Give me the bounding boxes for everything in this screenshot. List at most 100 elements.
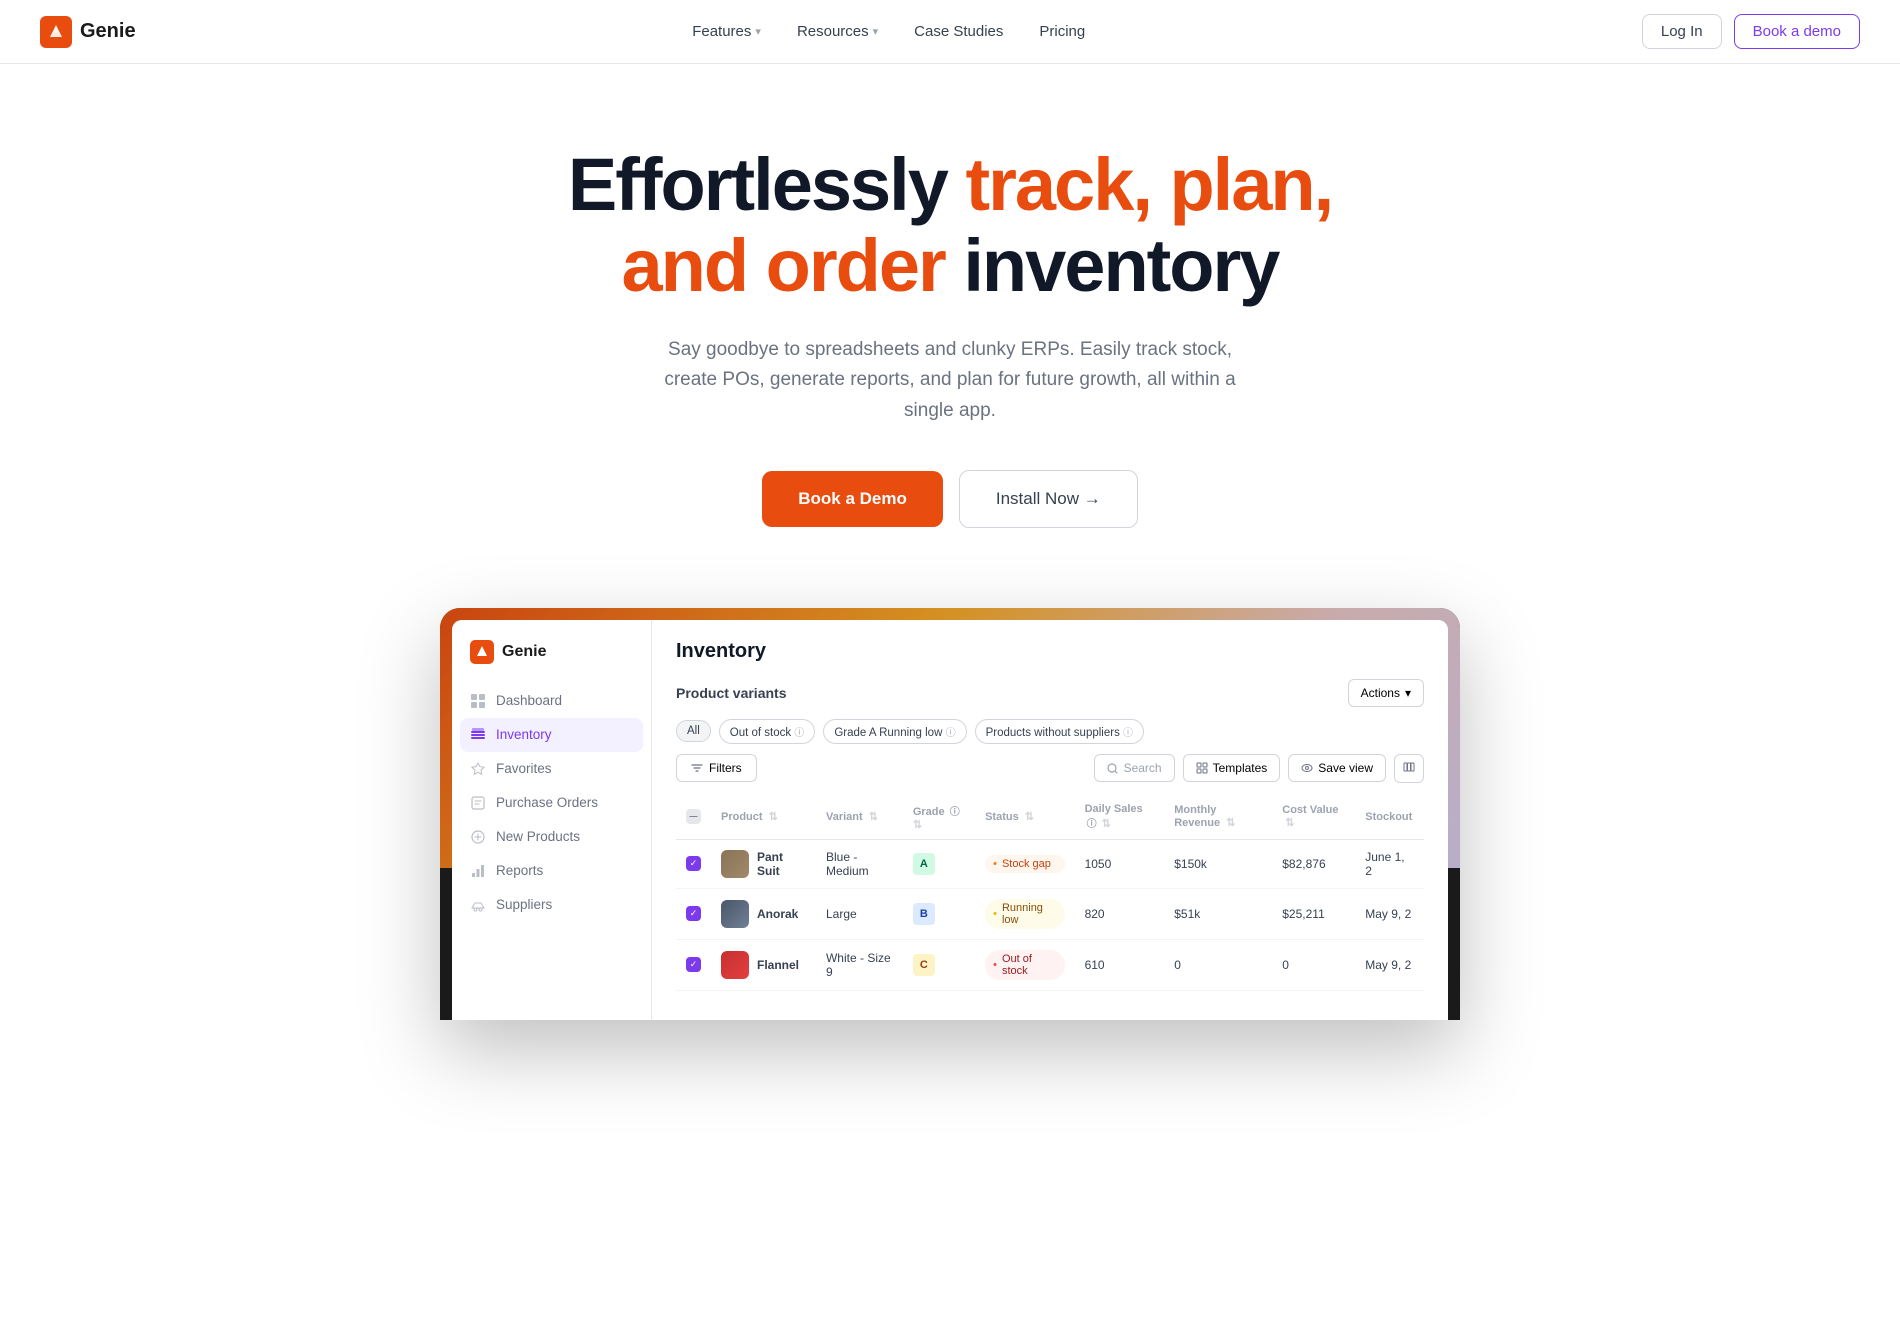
col-grade: Grade ⓘ ⇅ [903,795,975,840]
col-cost-value: Cost Value ⇅ [1272,795,1355,840]
row-daily-sales: 1050 [1075,839,1165,888]
product-image [721,900,749,928]
sidebar-item-reports[interactable]: Reports [452,854,651,888]
filter-chip-grade-a[interactable]: Grade A Running low ⓘ [823,719,966,744]
nav-pricing[interactable]: Pricing [1025,15,1099,48]
headline-black2: inventory [963,224,1278,307]
nav-links: Features ▾ Resources ▾ Case Studies Pric… [678,15,1099,48]
sidebar-item-favorites[interactable]: Favorites [452,752,651,786]
row-grade: B [903,888,975,939]
actions-button[interactable]: Actions ▾ [1348,679,1424,707]
select-all-checkbox[interactable]: — [686,809,701,824]
col-monthly-revenue: Monthly Revenue ⇅ [1164,795,1272,840]
filter-chip-out-of-stock[interactable]: Out of stock ⓘ [719,719,816,744]
filter-chips-row: All Out of stock ⓘ Grade A Running low ⓘ… [676,719,1424,744]
col-variant: Variant ⇅ [816,795,903,840]
sidebar-item-suppliers[interactable]: Suppliers [452,888,651,922]
filter-chip-all[interactable]: All [676,720,711,742]
hero-subtext: Say goodbye to spreadsheets and clunky E… [640,335,1260,426]
nav-resources[interactable]: Resources ▾ [783,15,892,48]
navbar: Genie Features ▾ Resources ▾ Case Studie… [0,0,1900,64]
sort-icon: ⇅ [913,819,922,831]
book-demo-hero-button[interactable]: Book a Demo [762,471,943,527]
app-brand-name: Genie [502,643,546,661]
action-row: Filters Search Templates S [676,754,1424,783]
sidebar-item-new-products[interactable]: New Products [452,820,651,854]
filter-icon [691,762,703,774]
nav-features[interactable]: Features ▾ [678,15,775,48]
row-cost-value: $82,876 [1272,839,1355,888]
sidebar-item-inventory[interactable]: Inventory [460,718,643,752]
eye-icon [1301,762,1313,774]
favorites-icon [470,761,486,777]
col-product: Product ⇅ [711,795,816,840]
filters-button[interactable]: Filters [676,754,757,782]
filter-chip-no-suppliers[interactable]: Products without suppliers ⓘ [975,719,1144,744]
sort-icon: ⇅ [1102,818,1111,830]
dashboard-icon [470,693,486,709]
row-cost-value: $25,211 [1272,888,1355,939]
nav-case-studies[interactable]: Case Studies [900,15,1017,48]
purchase-orders-icon [470,795,486,811]
col-stockout: Stockout [1355,795,1424,840]
sidebar-label-suppliers: Suppliers [496,897,552,912]
row-checkbox: ✓ [676,939,711,990]
templates-button[interactable]: Templates [1183,754,1281,782]
templates-icon [1196,762,1208,774]
row-product: Pant Suit [711,839,816,888]
product-image [721,951,749,979]
sidebar-label-new-products: New Products [496,829,580,844]
action-row-right: Search Templates Save view [1094,754,1424,783]
sort-icon: ⇅ [1025,811,1034,823]
sidebar-item-purchase-orders[interactable]: Purchase Orders [452,786,651,820]
row-stockout: May 9, 2 [1355,888,1424,939]
brand-logo[interactable]: Genie [40,16,136,48]
col-checkbox: — [676,795,711,840]
inventory-icon [470,727,486,743]
row-status: Out of stock [975,939,1074,990]
col-daily-sales: Daily Sales ⓘ ⇅ [1075,795,1165,840]
headline-orange2: and order [622,224,945,307]
hero-section: Effortlessly track, plan, and order inve… [500,64,1400,588]
table-row: ✓ Flannel White - Size 9 C [676,939,1424,990]
sidebar-label-reports: Reports [496,863,543,878]
login-button[interactable]: Log In [1642,14,1722,49]
table-row: ✓ Anorak Large B [676,888,1424,939]
sidebar-label-purchase-orders: Purchase Orders [496,795,598,810]
row-daily-sales: 610 [1075,939,1165,990]
row-variant: Blue - Medium [816,839,903,888]
column-settings-button[interactable] [1394,754,1424,783]
app-brand: Genie [452,640,651,684]
sort-icon: ⇅ [769,811,778,823]
new-products-icon [470,829,486,845]
app-window: Genie Dashboard [452,620,1448,1020]
table-section-title: Product variants [676,685,786,701]
save-view-button[interactable]: Save view [1288,754,1386,782]
col-status: Status ⇅ [975,795,1074,840]
book-demo-nav-button[interactable]: Book a demo [1734,14,1860,49]
row-stockout: May 9, 2 [1355,939,1424,990]
sidebar-label-inventory: Inventory [496,727,552,742]
app-sidebar: Genie Dashboard [452,620,652,1020]
app-page-title: Inventory [676,640,1424,663]
row-cost-value: 0 [1272,939,1355,990]
search-box[interactable]: Search [1094,754,1175,782]
brand-name: Genie [80,20,136,43]
chevron-down-icon: ▾ [873,25,879,38]
sidebar-item-dashboard[interactable]: Dashboard [452,684,651,718]
row-checkbox: ✓ [676,839,711,888]
chevron-down-icon: ▾ [755,25,761,38]
product-image [721,850,749,878]
sort-icon: ⇅ [869,811,878,823]
row-grade: A [903,839,975,888]
row-monthly-revenue: $150k [1164,839,1272,888]
row-status: Stock gap [975,839,1074,888]
chevron-down-icon: ▾ [1405,686,1411,700]
row-stockout: June 1, 2 [1355,839,1424,888]
headline-black1: Effortlessly [568,143,947,226]
app-main: Inventory Product variants Actions ▾ All… [652,620,1448,1020]
sidebar-label-dashboard: Dashboard [496,693,562,708]
row-grade: C [903,939,975,990]
install-now-button[interactable]: Install Now → [959,470,1138,528]
inventory-table: — Product ⇅ Variant ⇅ [676,795,1424,991]
